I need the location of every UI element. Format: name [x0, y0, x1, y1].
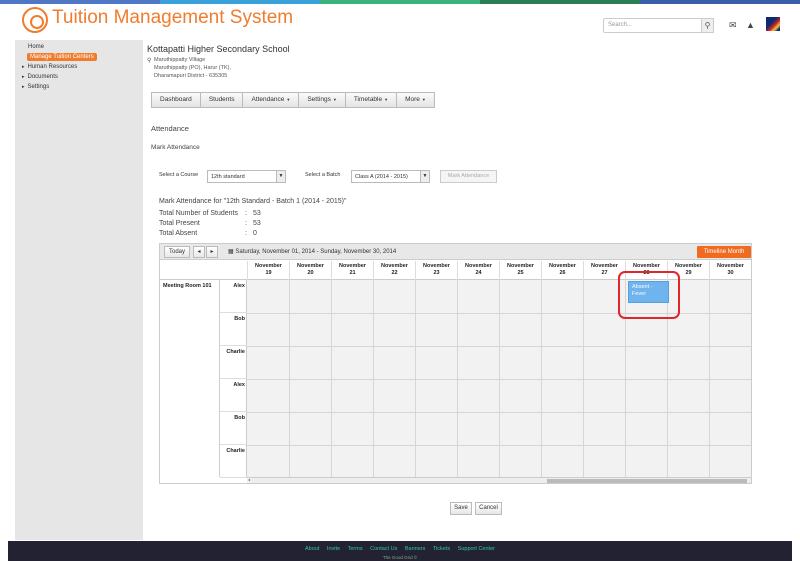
person-label: Charlie	[220, 445, 247, 478]
person-label: Charlie	[220, 346, 247, 379]
grid-line	[247, 346, 751, 347]
highlight-annotation	[618, 271, 680, 319]
today-button[interactable]: Today	[164, 246, 190, 258]
timeline-month-button[interactable]: Timeline Month	[697, 246, 751, 258]
stat-value: 53	[253, 220, 261, 227]
caret-down-icon: ▼	[332, 97, 337, 102]
sidebar-item-settings[interactable]: ▸ Settings	[22, 84, 49, 90]
sidebar: Home Manage Tuition Centers ▸ Human Resou…	[15, 40, 143, 540]
person-column: Alex Bob Charlie Alex Bob Charlie	[220, 280, 247, 478]
footer-link-support[interactable]: Support Center	[458, 546, 495, 552]
footer-links: About Invite Terms Contact Us Banners Ti…	[8, 546, 792, 552]
tab-timetable[interactable]: Timetable ▼	[346, 93, 398, 107]
room-column: Meeting Room 101	[160, 280, 220, 477]
tab-more[interactable]: More ▼	[397, 93, 434, 107]
grid-line	[247, 445, 751, 446]
chevron-right-icon: ▸	[22, 74, 25, 80]
stat-separator: :	[245, 210, 247, 217]
batch-label: Select a Batch	[305, 172, 341, 178]
footer-link-terms[interactable]: Terms	[348, 546, 363, 552]
day-header: November 25	[499, 261, 541, 280]
mark-attendance-heading: Mark Attendance for "12th Standard - Bat…	[159, 198, 347, 205]
stat-label: Total Absent	[159, 230, 198, 237]
location-pin-icon: ⚲	[147, 58, 152, 64]
chevron-right-icon: ▸	[22, 64, 25, 70]
page-title: Attendance	[151, 124, 189, 133]
school-name: Kottapatti Higher Secondary School	[147, 44, 290, 54]
stat-label: Total Number of Students	[159, 210, 238, 217]
scrollbar-thumb[interactable]	[547, 479, 747, 483]
person-label: Bob	[220, 412, 247, 445]
app-header: Tuition Management System Search... ⚲ ✉ …	[0, 4, 800, 40]
sidebar-item-human-resources[interactable]: ▸ Human Resources	[22, 64, 77, 70]
day-header: November 23	[415, 261, 457, 280]
course-label: Select a Course	[159, 172, 199, 178]
tab-dashboard[interactable]: Dashboard	[152, 93, 201, 107]
person-label: Alex	[220, 379, 247, 412]
page-subtitle: Mark Attendance	[151, 144, 200, 151]
tab-settings[interactable]: Settings ▼	[299, 93, 346, 107]
day-header: November 26	[541, 261, 583, 280]
date-range[interactable]: ▦ Saturday, November 01, 2014 - Sunday, …	[228, 248, 396, 255]
footer-link-invite[interactable]: Invite	[327, 546, 340, 552]
chevron-right-icon: ▸	[22, 84, 25, 90]
tab-students[interactable]: Students	[201, 93, 244, 107]
day-header: November 24	[457, 261, 499, 280]
caret-down-icon: ▼	[421, 97, 426, 102]
mail-icon[interactable]: ✉	[729, 20, 737, 31]
grid-line	[247, 379, 751, 380]
search-icon[interactable]: ⚲	[701, 18, 714, 33]
stat-value: 53	[253, 210, 261, 217]
stat-value: 0	[253, 230, 257, 237]
footer-link-tickets[interactable]: Tickets	[433, 546, 450, 552]
stat-label: Total Present	[159, 220, 200, 227]
app-logo-icon	[22, 7, 48, 33]
footer-link-contact[interactable]: Contact Us	[370, 546, 397, 552]
search-input[interactable]: Search...	[603, 18, 702, 33]
address-line: Maruthippatty Village	[154, 57, 206, 63]
chevron-down-icon[interactable]: ▼	[276, 170, 286, 183]
person-label: Bob	[220, 313, 247, 346]
sidebar-item-manage-tuition-centers[interactable]: Manage Tuition Centers	[27, 53, 97, 61]
room-label: Meeting Room 101	[163, 283, 212, 289]
caret-down-icon: ▼	[286, 97, 291, 102]
app-title: Tuition Management System	[52, 7, 294, 28]
course-select[interactable]: 12th standard	[207, 170, 277, 183]
caret-down-icon: ▼	[384, 97, 389, 102]
chevron-left-icon[interactable]: ◂	[248, 477, 250, 482]
stat-separator: :	[245, 230, 247, 237]
main-wrapper: Home Manage Tuition Centers ▸ Human Resou…	[15, 40, 785, 540]
scheduler: Today ◂ ▸ ▦ Saturday, November 01, 2014 …	[159, 243, 752, 484]
grid-line	[247, 412, 751, 413]
save-button[interactable]: Save	[450, 502, 472, 515]
chevron-down-icon[interactable]: ▼	[420, 170, 430, 183]
mark-attendance-button[interactable]: Mark Attendance	[440, 170, 497, 183]
content-area: Kottapatti Higher Secondary School ⚲ Mar…	[143, 40, 785, 540]
horizontal-scrollbar[interactable]: ◂	[247, 477, 751, 483]
bell-icon[interactable]: ▲	[746, 20, 755, 30]
footer-link-about[interactable]: About	[305, 546, 319, 552]
person-label: Alex	[220, 280, 247, 313]
sidebar-item-documents[interactable]: ▸ Documents	[22, 74, 58, 80]
footer-copyright: The Good Grid ©	[382, 555, 418, 560]
main-nav: Dashboard Students Attendance ▼ Settings ▼…	[151, 92, 435, 108]
day-header: November 20	[289, 261, 331, 280]
stat-separator: :	[245, 220, 247, 227]
scheduler-toolbar: Today ◂ ▸ ▦ Saturday, November 01, 2014 …	[160, 244, 751, 260]
day-header: November 19	[247, 261, 289, 280]
batch-select[interactable]: Class A (2014 - 2015)	[351, 170, 421, 183]
cancel-button[interactable]: Cancel	[475, 502, 502, 515]
footer: About Invite Terms Contact Us Banners Ti…	[8, 541, 792, 561]
sidebar-item-home[interactable]: Home	[28, 44, 44, 50]
day-header: November 30	[709, 261, 751, 280]
prev-button[interactable]: ◂	[193, 246, 205, 258]
address-line: Maruthippatty (PO), Harur (TK),	[154, 65, 232, 71]
footer-link-banners[interactable]: Banners	[405, 546, 426, 552]
next-button[interactable]: ▸	[206, 246, 218, 258]
day-header: November 21	[331, 261, 373, 280]
address-line: Dharamapuri District - 635305	[154, 73, 228, 79]
avatar[interactable]	[766, 17, 780, 31]
tab-attendance[interactable]: Attendance ▼	[243, 93, 300, 107]
day-header: November 22	[373, 261, 415, 280]
